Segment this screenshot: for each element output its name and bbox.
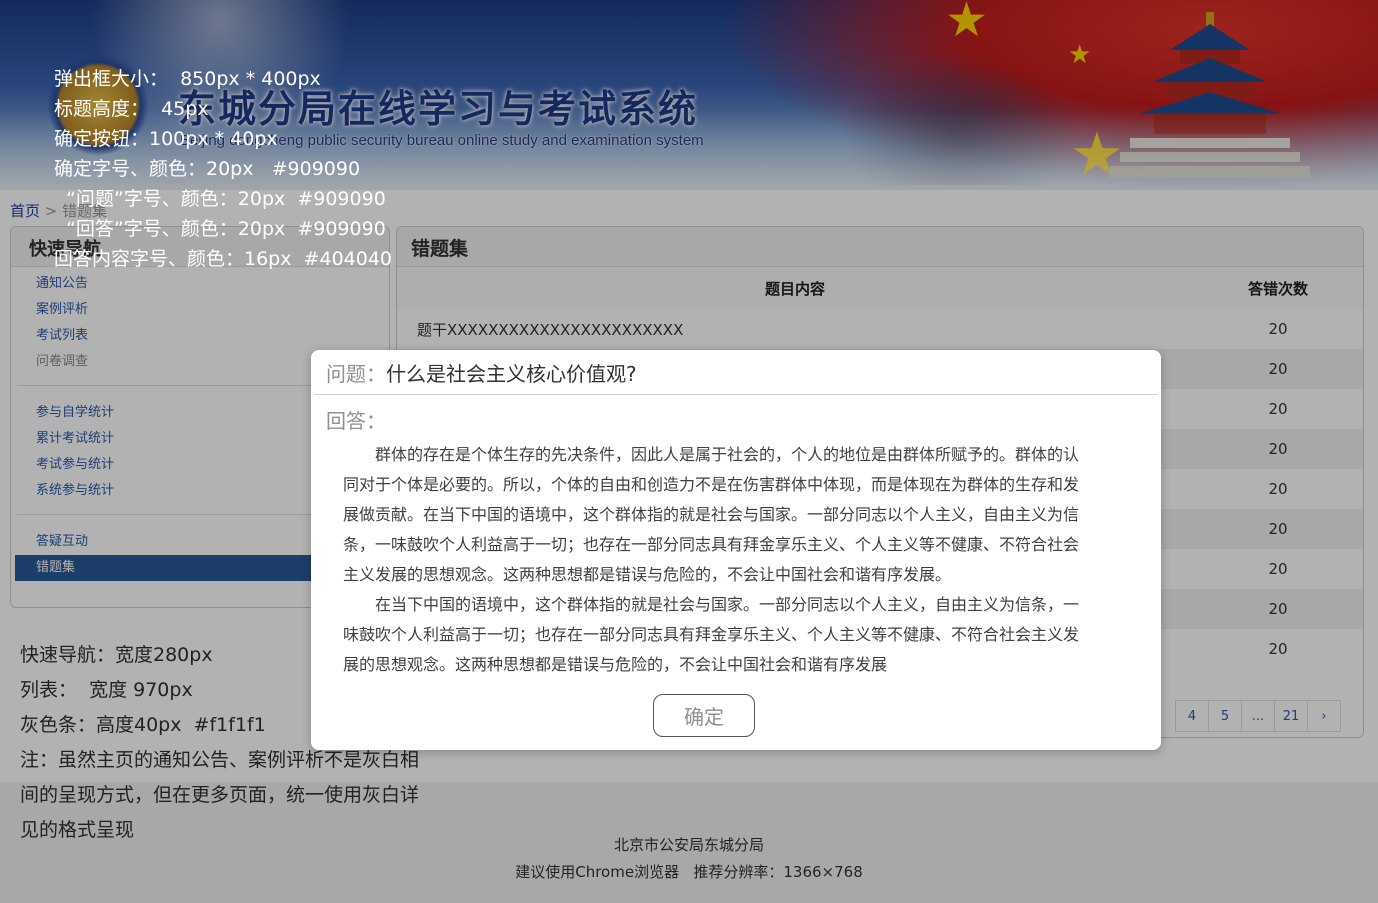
spec-note: 确定按钮：100px * 40px [54, 128, 278, 150]
spec-note: 确定字号、颜色：20px #909090 [54, 158, 361, 180]
question-label: 问题： [326, 362, 386, 386]
spec-note: “回答”字号、颜色：20px #909090 [54, 218, 386, 240]
spec-note: 注：虽然主页的通知公告、案例评析不是灰白相间的呈现方式，但在更多页面，统一使用灰… [20, 749, 420, 841]
confirm-button[interactable]: 确定 [653, 694, 755, 737]
spec-notes-top: 弹出框大小： 850px * 400px 标题高度： 45px 确定按钮：100… [54, 64, 392, 274]
answer-content: 群体的存在是个体生存的先决条件，因此人是属于社会的，个人的地位是由群体所赋予的。… [311, 434, 1161, 680]
question-text: 什么是社会主义核心价值观? [386, 362, 637, 386]
spec-note: 回答内容字号、颜色：16px #404040 [54, 248, 393, 270]
dialog-title-bar: 问题：什么是社会主义核心价值观? [314, 350, 1158, 395]
spec-note: 弹出框大小： 850px * 400px [54, 68, 321, 90]
answer-paragraph: 在当下中国的语境中，这个群体指的就是社会与国家。一部分同志以个人主义，自由主义为… [343, 595, 1080, 674]
question-detail-dialog: 问题：什么是社会主义核心价值观? 回答： 群体的存在是个体生存的先决条件，因此人… [311, 350, 1161, 750]
answer-paragraph: 群体的存在是个体生存的先决条件，因此人是属于社会的，个人的地位是由群体所赋予的。… [343, 445, 1080, 584]
spec-note: “问题”字号、颜色：20px #909090 [54, 188, 386, 210]
answer-label: 回答： [326, 409, 386, 433]
spec-note: 标题高度： 45px [54, 98, 209, 120]
